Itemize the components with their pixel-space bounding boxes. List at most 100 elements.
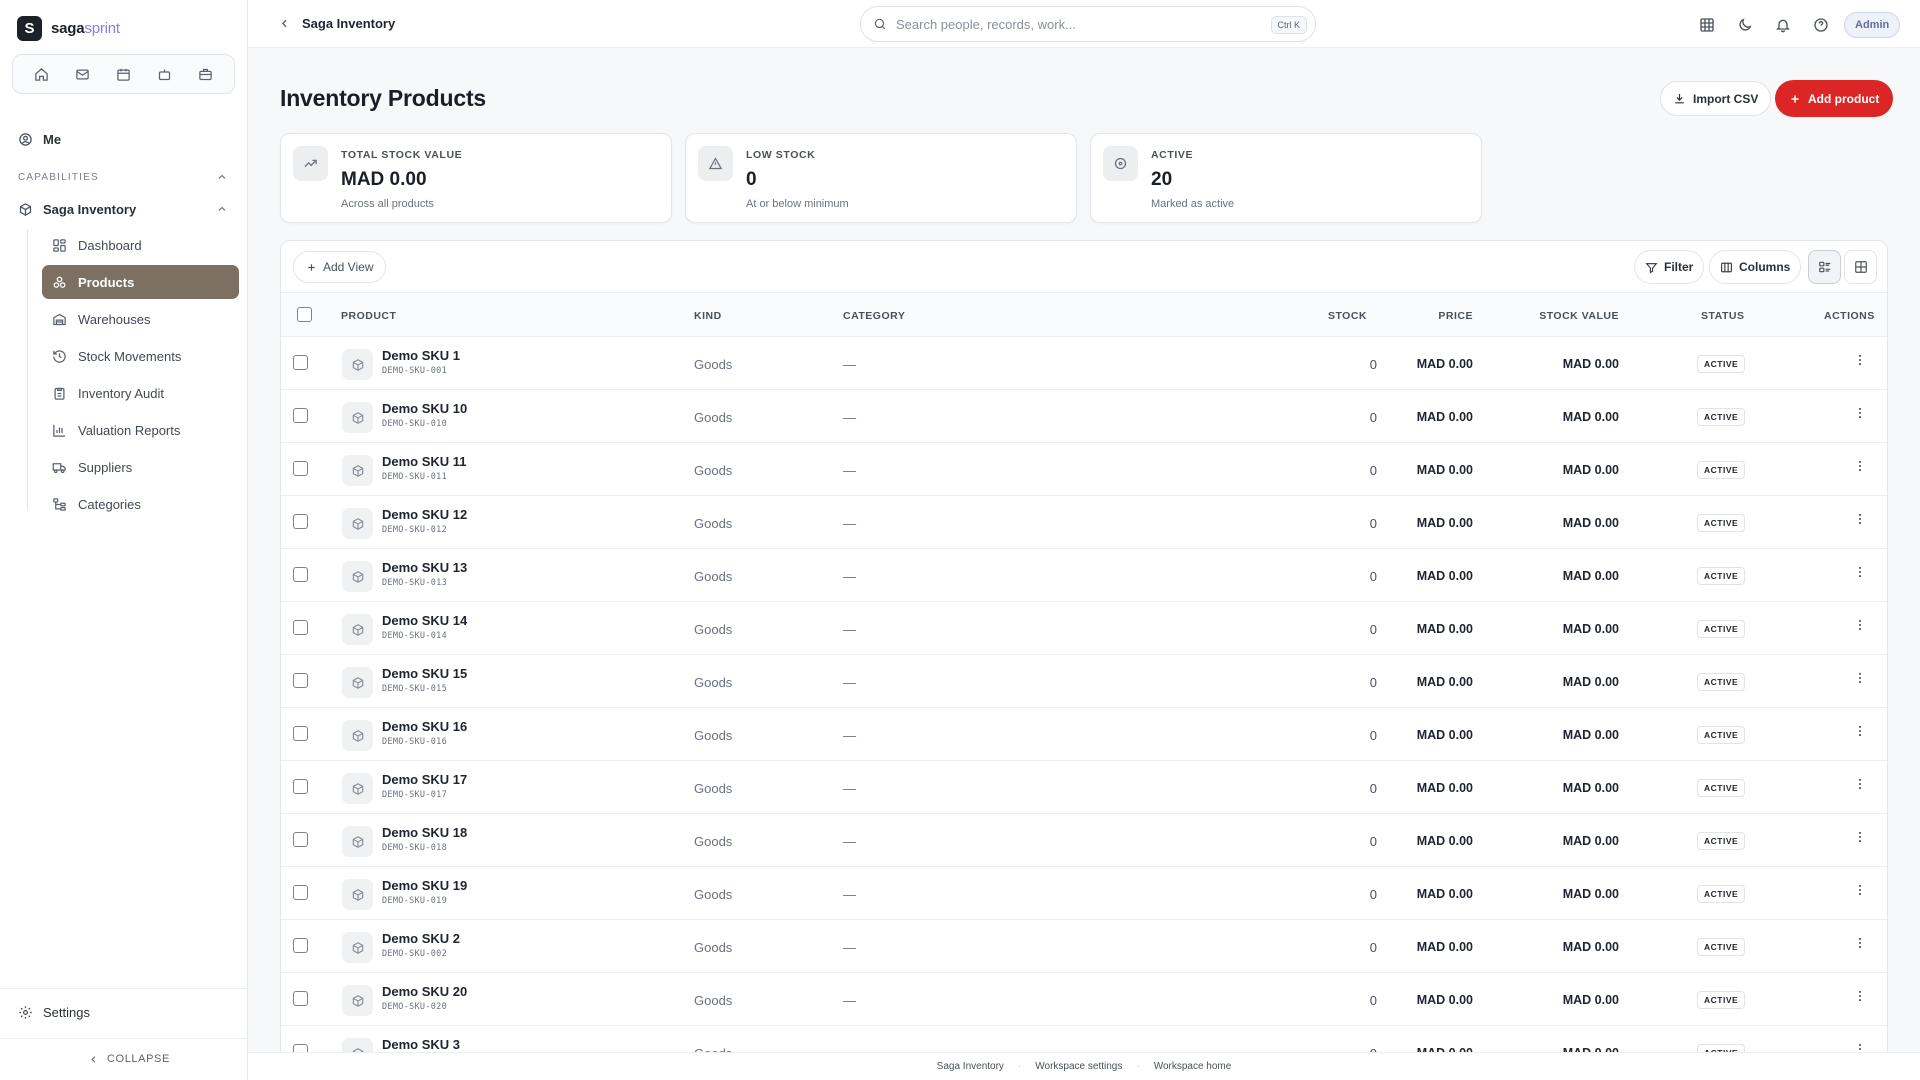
apps-grid-icon[interactable] [1692, 10, 1722, 40]
column-header-kind[interactable]: KIND [694, 310, 722, 322]
row-checkbox[interactable] [293, 408, 308, 423]
more-actions-icon[interactable] [1853, 618, 1867, 637]
row-checkbox[interactable] [293, 726, 308, 741]
sidebar-app-saga-inventory[interactable]: Saga Inventory [18, 202, 136, 217]
row-checkbox[interactable] [293, 885, 308, 900]
column-header-product[interactable]: PRODUCT [341, 310, 396, 322]
product-name[interactable]: Demo SKU 13 [382, 560, 467, 575]
more-actions-icon[interactable] [1853, 671, 1867, 690]
row-checkbox[interactable] [293, 620, 308, 635]
filter-button[interactable]: Filter [1634, 250, 1705, 284]
product-name[interactable]: Demo SKU 1 [382, 348, 460, 363]
calendar-icon[interactable] [110, 60, 138, 88]
add-product-button[interactable]: Add product [1775, 80, 1894, 117]
table-row[interactable]: Demo SKU 18 DEMO-SKU-018 Goods — MAD 0.00 0 MA… [281, 814, 1887, 867]
collapse-button[interactable]: COLLAPSE [88, 1053, 170, 1065]
chevron-up-icon[interactable] [216, 171, 228, 183]
row-checkbox[interactable] [293, 514, 308, 529]
sidebar-item-me[interactable]: Me [18, 132, 61, 147]
search-input[interactable] [896, 16, 1236, 32]
product-name[interactable]: Demo SKU 20 [382, 984, 467, 999]
global-search[interactable]: Ctrl K [860, 6, 1316, 42]
columns-button[interactable]: Columns [1709, 250, 1802, 284]
product-name[interactable]: Demo SKU 16 [382, 719, 467, 734]
more-actions-icon[interactable] [1853, 936, 1867, 955]
dark-mode-moon-icon[interactable] [1730, 10, 1760, 40]
more-actions-icon[interactable] [1853, 989, 1867, 1008]
back-chevron-icon[interactable] [278, 17, 291, 30]
table-row[interactable]: Demo SKU 11 DEMO-SKU-011 Goods — MAD 0.00 0 MA… [281, 443, 1887, 496]
sidebar-item-categories[interactable]: Categories [42, 487, 239, 521]
help-icon[interactable] [1806, 10, 1836, 40]
list-view-icon[interactable] [1808, 250, 1841, 284]
more-actions-icon[interactable] [1853, 512, 1867, 531]
product-name[interactable]: Demo SKU 14 [382, 613, 467, 628]
bell-icon[interactable] [1768, 10, 1798, 40]
footer-link[interactable]: Saga Inventory [937, 1061, 1004, 1072]
more-actions-icon[interactable] [1853, 565, 1867, 584]
more-actions-icon[interactable] [1853, 724, 1867, 743]
table-row[interactable]: Demo SKU 2 DEMO-SKU-002 Goods — MAD 0.00 0 MAD… [281, 920, 1887, 973]
more-actions-icon[interactable] [1853, 830, 1867, 849]
separator: · [1136, 1061, 1140, 1072]
row-checkbox[interactable] [293, 832, 308, 847]
more-actions-icon[interactable] [1853, 406, 1867, 425]
sidebar-item-valuation-reports[interactable]: Valuation Reports [42, 413, 239, 447]
column-header-stock-value[interactable]: STOCK VALUE [1539, 310, 1619, 322]
robot-icon[interactable] [151, 60, 179, 88]
user-menu-button[interactable]: Admin [1844, 12, 1901, 38]
sidebar-item-stock-movements[interactable]: Stock Movements [42, 339, 239, 373]
grid-view-icon[interactable] [1844, 250, 1877, 284]
footer-link[interactable]: Workspace home [1154, 1061, 1232, 1072]
column-header-stock[interactable]: STOCK [1328, 310, 1367, 322]
sidebar-item-products[interactable]: Products [42, 265, 239, 299]
column-header-status[interactable]: STATUS [1701, 310, 1744, 322]
home-icon[interactable] [28, 60, 56, 88]
sidebar-item-warehouses[interactable]: Warehouses [42, 302, 239, 336]
table-row[interactable]: Demo SKU 15 DEMO-SKU-015 Goods — MAD 0.00 0 MA… [281, 655, 1887, 708]
import-csv-button[interactable]: Import CSV [1660, 81, 1772, 116]
chevron-up-icon[interactable] [216, 203, 228, 215]
row-checkbox[interactable] [293, 779, 308, 794]
product-name[interactable]: Demo SKU 15 [382, 666, 467, 681]
row-checkbox[interactable] [293, 938, 308, 953]
table-row[interactable]: Demo SKU 10 DEMO-SKU-010 Goods — MAD 0.00 0 MA… [281, 390, 1887, 443]
row-checkbox[interactable] [293, 567, 308, 582]
mail-icon[interactable] [69, 60, 97, 88]
product-name[interactable]: Demo SKU 11 [382, 454, 467, 469]
sidebar-item-inventory-audit[interactable]: Inventory Audit [42, 376, 239, 410]
table-row[interactable]: Demo SKU 17 DEMO-SKU-017 Goods — MAD 0.00 0 MA… [281, 761, 1887, 814]
brand[interactable]: S sagasprint [17, 15, 120, 41]
product-name[interactable]: Demo SKU 17 [382, 772, 467, 787]
product-name[interactable]: Demo SKU 10 [382, 401, 467, 416]
more-actions-icon[interactable] [1853, 777, 1867, 796]
table-row[interactable]: Demo SKU 14 DEMO-SKU-014 Goods — MAD 0.00 0 MA… [281, 602, 1887, 655]
product-name[interactable]: Demo SKU 2 [382, 931, 460, 946]
product-name[interactable]: Demo SKU 12 [382, 507, 467, 522]
product-name[interactable]: Demo SKU 3 [382, 1037, 460, 1052]
table-row[interactable]: Demo SKU 19 DEMO-SKU-019 Goods — MAD 0.00 0 MA… [281, 867, 1887, 920]
table-row[interactable]: Demo SKU 13 DEMO-SKU-013 Goods — MAD 0.00 0 MA… [281, 549, 1887, 602]
product-name[interactable]: Demo SKU 19 [382, 878, 467, 893]
column-header-price[interactable]: PRICE [1438, 310, 1473, 322]
row-checkbox[interactable] [293, 673, 308, 688]
table-row[interactable]: Demo SKU 16 DEMO-SKU-016 Goods — MAD 0.00 0 MA… [281, 708, 1887, 761]
sidebar-item-suppliers[interactable]: Suppliers [42, 450, 239, 484]
row-checkbox[interactable] [293, 991, 308, 1006]
more-actions-icon[interactable] [1853, 353, 1867, 372]
row-checkbox[interactable] [293, 461, 308, 476]
table-row[interactable]: Demo SKU 20 DEMO-SKU-020 Goods — MAD 0.00 0 MA… [281, 973, 1887, 1026]
sidebar-item-settings[interactable]: Settings [18, 1005, 90, 1020]
product-name[interactable]: Demo SKU 18 [382, 825, 467, 840]
footer-link[interactable]: Workspace settings [1035, 1061, 1122, 1072]
row-checkbox[interactable] [293, 355, 308, 370]
add-view-button[interactable]: Add View [293, 251, 387, 283]
table-row[interactable]: Demo SKU 12 DEMO-SKU-012 Goods — MAD 0.00 0 MA… [281, 496, 1887, 549]
more-actions-icon[interactable] [1853, 883, 1867, 902]
table-row[interactable]: Demo SKU 1 DEMO-SKU-001 Goods — MAD 0.00 0 MAD… [281, 337, 1887, 390]
column-header-category[interactable]: CATEGORY [843, 310, 905, 322]
briefcase-icon[interactable] [192, 60, 220, 88]
more-actions-icon[interactable] [1853, 459, 1867, 478]
sidebar-item-dashboard[interactable]: Dashboard [42, 228, 239, 262]
select-all-checkbox[interactable] [297, 307, 312, 322]
